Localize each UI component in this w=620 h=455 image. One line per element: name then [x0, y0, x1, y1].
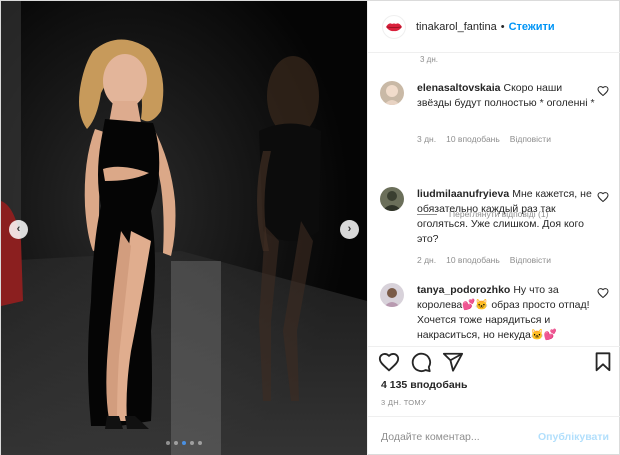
follow-button[interactable]: Стежити [509, 21, 555, 33]
post-header: tinakarol_fantina • Стежити [368, 1, 620, 53]
avatar[interactable] [380, 187, 404, 211]
like-count[interactable]: 4 135 вподобань [381, 379, 467, 391]
chevron-right-icon[interactable]: › [340, 220, 359, 239]
post-media: ‹ › [1, 1, 367, 455]
heart-icon[interactable] [597, 287, 609, 299]
carousel-dot [190, 441, 194, 445]
comment-text: elenasaltovskaia Скоро наши звёзды будут … [417, 81, 595, 111]
carousel-dot [198, 441, 202, 445]
author-username[interactable]: tinakarol_fantina [416, 21, 497, 33]
avatar[interactable] [380, 81, 404, 105]
comments-list: 3 дн. elenasaltovskaia Скоро наши звёзды … [368, 53, 620, 346]
comment-username[interactable]: liudmilaanufryieva [417, 188, 509, 200]
comment-age: 2 дн. [417, 255, 437, 265]
post-actions: 4 135 вподобань 3 ДН. ТОМУ [368, 346, 620, 416]
share-icon[interactable] [442, 351, 464, 373]
heart-icon[interactable] [597, 85, 609, 97]
header-separator: • [500, 20, 505, 33]
carousel-dot [182, 441, 186, 445]
heart-icon[interactable] [597, 191, 609, 203]
comment-input[interactable] [381, 430, 531, 443]
comment-username[interactable]: elenasaltovskaia [417, 82, 500, 94]
caption-timestamp: 3 дн. [420, 55, 438, 64]
chevron-left-icon[interactable]: ‹ [9, 220, 28, 239]
comment-text: liudmilaanufryieva Мне кажется, не обязат… [417, 187, 595, 247]
post-photo [1, 1, 367, 455]
avatar[interactable] [380, 283, 404, 307]
carousel-dot [174, 441, 178, 445]
comment-bubble-icon[interactable] [410, 351, 432, 373]
post-sidebar: tinakarol_fantina • Стежити 3 дн. elenas… [367, 1, 620, 455]
add-comment-bar: Опублікувати [368, 416, 620, 455]
comment-likes[interactable]: 10 вподобань [446, 134, 500, 144]
comment-meta: 2 дн. 10 вподобань Відповісти [417, 255, 551, 265]
carousel-dot [166, 441, 170, 445]
comment-text: tanya_podorozhko Ну что за королева💕🐱 обр… [417, 283, 595, 343]
bookmark-icon[interactable] [592, 351, 614, 373]
carousel-indicator [1, 441, 367, 445]
publish-button[interactable]: Опублікувати [538, 431, 609, 443]
like-heart-icon[interactable] [378, 351, 400, 373]
reply-button[interactable]: Відповісти [510, 255, 551, 265]
instagram-post: ‹ › tinakarol_fantina • Стежити 3 дн. el… [0, 0, 620, 455]
lips-icon[interactable] [382, 14, 406, 39]
comment-username[interactable]: tanya_podorozhko [417, 284, 510, 296]
comment-likes[interactable]: 10 вподобань [446, 255, 500, 265]
comment-meta: 3 дн. 10 вподобань Відповісти [417, 134, 551, 144]
comment-age: 3 дн. [417, 134, 437, 144]
reply-button[interactable]: Відповісти [510, 134, 551, 144]
post-timestamp: 3 ДН. ТОМУ [381, 398, 427, 407]
